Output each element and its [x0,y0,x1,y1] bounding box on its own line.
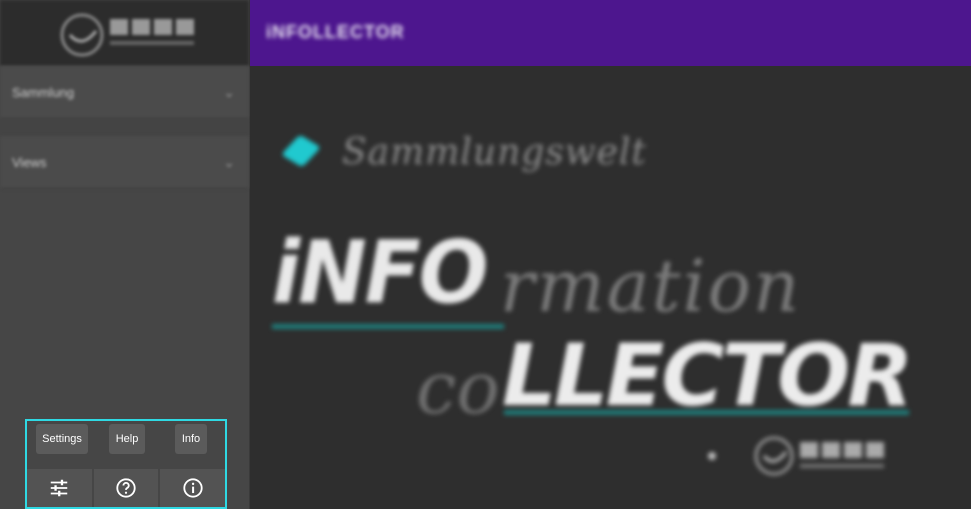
lasp-logo-icon [60,13,194,57]
sidebar-group-label: Sammlung [12,84,75,100]
settings-button[interactable] [27,469,92,507]
toolbar-buttons [27,469,226,507]
main-content: Sammlungswelt rmation iNFO co LLECTOR [250,66,971,509]
info-button[interactable] [160,469,226,507]
chevron-down-icon: ⌄ [223,83,235,100]
splash-underline-2 [504,410,909,415]
splash-word1-script: rmation [500,244,802,328]
brand-splash: Sammlungswelt rmation iNFO co LLECTOR [250,66,971,509]
feather-icon [281,134,321,168]
splash-word1-bold: iNFO [272,223,488,324]
sidebar: Sammlung ⌄ Views ⌄ Settings Help Info [0,0,250,509]
settings-tooltip: Settings [36,424,88,454]
splash-subtitle: Sammlungswelt [342,132,647,173]
splash-underline-1 [272,324,504,329]
sliders-icon [51,479,68,497]
lasp-logo-icon [754,436,884,476]
help-circle-icon [116,478,136,498]
sidebar-group-sammlung[interactable]: Sammlung ⌄ [0,66,249,119]
sidebar-group-label: Views [12,154,47,170]
splash-word2-script: co [416,346,500,430]
help-button[interactable] [93,469,159,507]
chevron-down-icon: ⌄ [223,153,235,170]
splash-dot [708,452,716,460]
bottom-toolbar: Settings Help Info [25,419,227,509]
tooltip-row: Settings Help Info [27,421,225,466]
divider [0,119,249,137]
info-tooltip: Info [175,424,207,454]
sidebar-group-views[interactable]: Views ⌄ [0,136,249,189]
logo [0,0,249,66]
info-circle-icon [183,478,203,498]
app-title: iNFOLLECTOR [266,22,405,42]
app-header: iNFOLLECTOR [250,0,971,66]
help-tooltip: Help [109,424,145,454]
